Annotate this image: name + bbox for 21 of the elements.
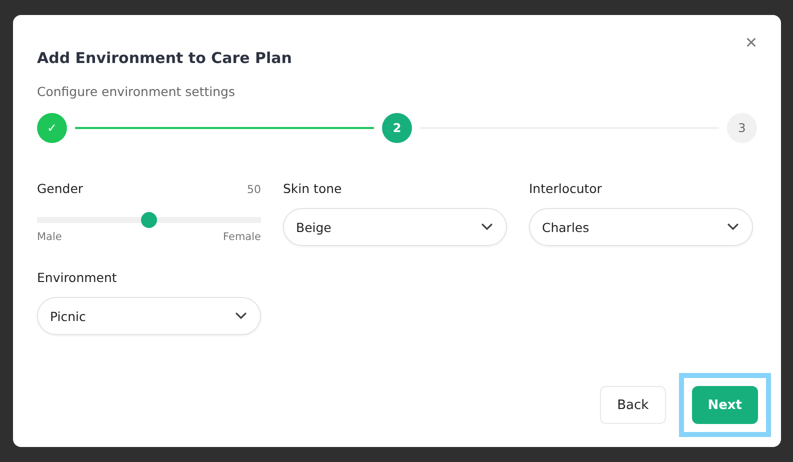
close-button[interactable]: × bbox=[745, 33, 757, 53]
field-label: Skin tone bbox=[283, 181, 342, 196]
dialog-subtitle: Configure environment settings bbox=[37, 84, 236, 99]
back-button[interactable]: Back bbox=[600, 386, 666, 424]
step-indicator: 2 bbox=[382, 113, 412, 143]
slider-thumb[interactable] bbox=[141, 212, 157, 228]
step-indicator: ✓ bbox=[37, 113, 67, 143]
field-label: Interlocutor bbox=[529, 181, 602, 196]
dialog-title: Add Environment to Care Plan bbox=[37, 49, 292, 67]
field-label: Environment bbox=[37, 270, 117, 285]
slider-value: 50 bbox=[247, 183, 261, 196]
step-indicator: 3 bbox=[727, 113, 757, 143]
dropdown[interactable]: Beige bbox=[283, 208, 507, 246]
chevron-down-icon bbox=[727, 223, 739, 231]
dropdown[interactable]: Picnic bbox=[37, 297, 261, 335]
field-label: Gender bbox=[37, 181, 84, 196]
dropdown[interactable]: Charles bbox=[529, 208, 753, 246]
slider-max-label: Female bbox=[223, 231, 261, 243]
chevron-down-icon bbox=[481, 223, 493, 231]
chevron-down-icon bbox=[235, 312, 247, 320]
slider-min-label: Male bbox=[37, 231, 62, 243]
